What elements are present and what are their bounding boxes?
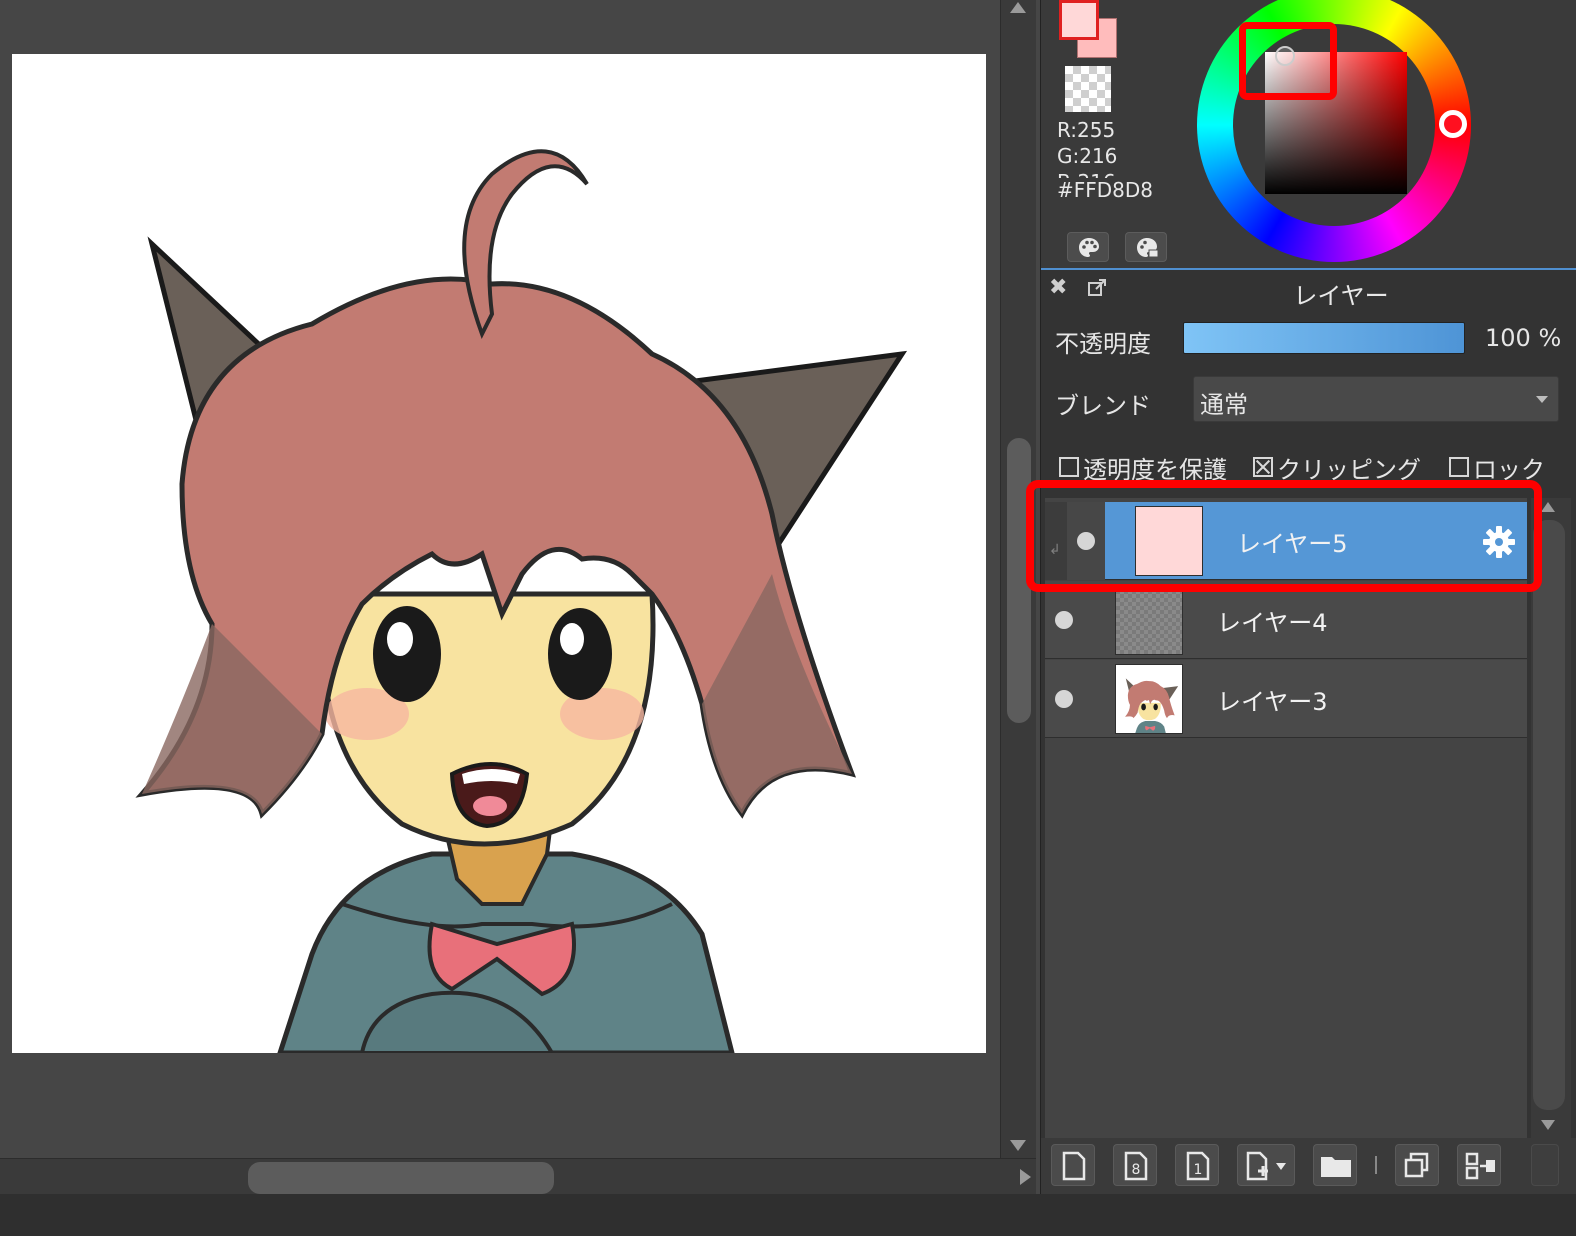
new-folder-button[interactable] [1313, 1144, 1357, 1186]
layer-name: レイヤー3 [1217, 688, 1328, 716]
layer-thumbnail [1115, 585, 1183, 655]
protect-alpha-box[interactable] [1059, 457, 1079, 477]
blue-value-clip: B:216 [1057, 170, 1116, 178]
blend-label: ブレンド [1055, 392, 1151, 420]
add-layer-menu-button[interactable] [1237, 1144, 1295, 1186]
layer-name: レイヤー4 [1217, 609, 1328, 637]
clipping-box[interactable] [1253, 457, 1273, 477]
new-folder-icon [1321, 1157, 1351, 1177]
layer-list: ↲ レイヤー5 レイヤー4 レイヤー3 [1045, 498, 1527, 1138]
visibility-toggle-icon[interactable] [1055, 611, 1073, 629]
hex-value: #FFD8D8 [1057, 178, 1154, 202]
new-layer-button[interactable] [1051, 1144, 1095, 1186]
new-layer-icon [1062, 1151, 1086, 1181]
palette-icon [1079, 238, 1099, 257]
svg-text:1: 1 [1194, 1162, 1203, 1178]
new-8bit-layer-icon: 8 [1124, 1151, 1148, 1181]
drawing-canvas[interactable] [12, 54, 986, 1053]
layer-panel-header: ✖ レイヤー [1041, 268, 1576, 310]
layer-thumbnail [1115, 664, 1183, 734]
color-history-button[interactable] [1125, 232, 1167, 262]
svg-text:8: 8 [1132, 1162, 1141, 1178]
color-panel: R:255 G:216 B:216 #FFD8D8 [1041, 0, 1576, 268]
opacity-value: 100 % [1485, 324, 1562, 352]
foreground-color-swatch[interactable] [1059, 0, 1099, 40]
layer-list-scrollbar[interactable] [1531, 498, 1571, 1138]
layer-toolbar: 8 1 [1041, 1138, 1576, 1194]
canvas-horizontal-scrollbar[interactable] [0, 1158, 1036, 1194]
blend-mode-value: 通常 [1200, 391, 1248, 419]
character-artwork [135, 149, 908, 1053]
opacity-slider-fill [1184, 323, 1464, 353]
canvas-workspace[interactable] [0, 0, 1000, 1158]
blend-mode-select[interactable]: 通常 [1193, 376, 1559, 422]
scroll-right-arrow-icon[interactable] [1020, 1169, 1031, 1185]
opacity-label: 不透明度 [1055, 330, 1151, 358]
layer-panel-title: レイヤー [1293, 282, 1389, 310]
toolbar-separator [1375, 1156, 1377, 1174]
protect-alpha-checkbox[interactable]: 透明度を保護 [1059, 452, 1227, 484]
visibility-toggle-icon[interactable] [1055, 690, 1073, 708]
new-1bit-layer-icon: 1 [1186, 1151, 1210, 1181]
panel-extra-button[interactable] [1531, 1144, 1559, 1186]
merge-layer-button[interactable] [1457, 1144, 1501, 1186]
horizontal-scroll-thumb[interactable] [248, 1162, 554, 1194]
status-bar [0, 1194, 1576, 1236]
blue-value: B:216 [1057, 170, 1116, 178]
hue-cursor[interactable] [1439, 110, 1467, 138]
transparent-color-swatch[interactable] [1065, 66, 1111, 112]
new-1bit-layer-button[interactable]: 1 [1175, 1144, 1219, 1186]
layer-scroll-track[interactable] [1533, 520, 1565, 1110]
new-8bit-layer-button[interactable]: 8 [1113, 1144, 1157, 1186]
scroll-up-arrow-icon[interactable] [1541, 502, 1555, 512]
color-palette-button[interactable] [1067, 232, 1109, 262]
layer-row-layer4[interactable]: レイヤー4 [1045, 581, 1527, 659]
duplicate-layer-icon [1404, 1152, 1429, 1178]
lock-checkbox[interactable]: ロック [1449, 452, 1545, 484]
merge-layer-icon [1465, 1152, 1495, 1180]
scroll-up-arrow-icon[interactable] [1010, 2, 1026, 13]
character-thumbnail [1125, 678, 1179, 733]
scroll-down-arrow-icon[interactable] [1541, 1120, 1555, 1130]
opacity-slider[interactable] [1183, 322, 1465, 354]
palette-history-icon [1137, 238, 1159, 258]
clipping-checkbox[interactable]: クリッピング [1253, 452, 1421, 484]
lock-box[interactable] [1449, 457, 1469, 477]
add-layer-menu-icon [1246, 1151, 1286, 1181]
layer-row-layer3[interactable]: レイヤー3 [1045, 660, 1527, 738]
right-panel: R:255 G:216 B:216 #FFD8D8 ✖ [1040, 0, 1576, 1194]
red-value: R:255 [1057, 118, 1116, 142]
selected-layer-highlight-box [1026, 480, 1542, 592]
scroll-down-arrow-icon[interactable] [1010, 1140, 1026, 1151]
chevron-down-icon [1536, 396, 1548, 403]
sv-cursor-highlight-box [1239, 22, 1337, 100]
green-value: G:216 [1057, 144, 1118, 168]
duplicate-layer-button[interactable] [1395, 1144, 1439, 1186]
